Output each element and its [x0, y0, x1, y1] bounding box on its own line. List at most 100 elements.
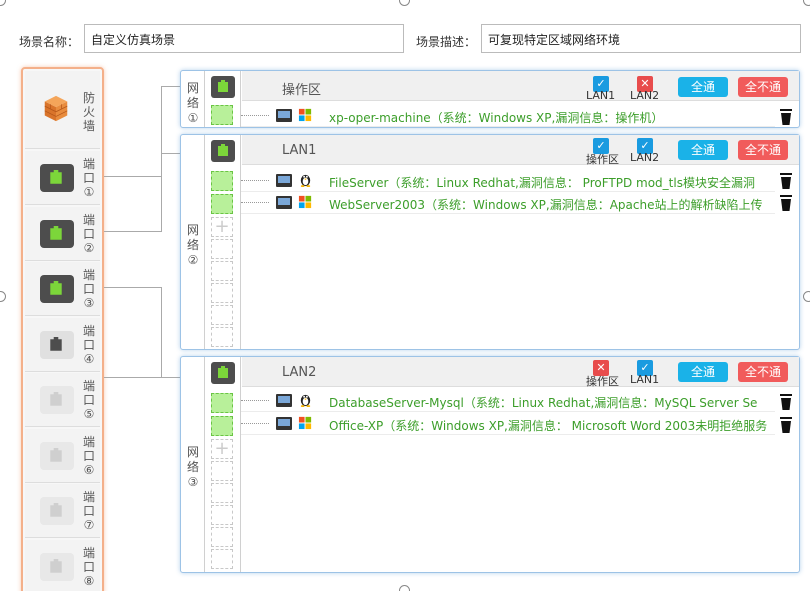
firewall-cell[interactable]: 防火墙 — [25, 71, 100, 149]
scene-desc-label: 场景描述： — [416, 35, 477, 49]
resize-handle-bottom-center[interactable] — [399, 585, 410, 591]
port-cell-5[interactable]: 端口⑤ — [25, 373, 100, 427]
connector-port2-top — [161, 153, 181, 154]
port-label: 端口⑥ — [82, 434, 95, 477]
link-checkbox-label: LAN1 — [586, 89, 616, 102]
add-host-slot[interactable]: + — [211, 439, 233, 459]
host-row[interactable]: xp-oper-machine（系统：Windows XP,漏洞信息：操作机） — [241, 105, 775, 127]
port-label: 端口⑦ — [82, 490, 95, 532]
windows-icon — [296, 107, 314, 124]
allow-all-button[interactable]: 全通 — [678, 77, 728, 97]
delete-host-icon[interactable] — [779, 394, 793, 410]
link-checkbox-label: LAN1 — [630, 373, 660, 386]
slot-column: + — [205, 135, 241, 349]
linux-icon — [296, 392, 314, 409]
network-panel-1: 网络① 操作区 ✓ LAN1 ✕ LAN2 全通 全不通 xp-oper-mac… — [180, 70, 800, 128]
resize-handle-top-left[interactable] — [0, 0, 6, 6]
port-label: 端口① — [82, 157, 95, 199]
empty-slot[interactable] — [211, 283, 233, 303]
host-description: WebServer2003（系统：Windows XP,漏洞信息：Apache站… — [329, 198, 763, 212]
port-label: 端口③ — [82, 268, 95, 310]
allow-all-button[interactable]: 全通 — [678, 362, 728, 382]
empty-slot[interactable] — [211, 527, 233, 547]
host-row[interactable]: DatabaseServer-Mysql（系统：Linux Redhat,漏洞信… — [241, 390, 775, 412]
host-row[interactable]: Office-XP（系统：Windows XP,漏洞信息： Microsoft … — [241, 413, 775, 435]
connector-port3-end — [161, 377, 181, 378]
host-description: Office-XP（系统：Windows XP,漏洞信息： Microsoft … — [329, 419, 768, 433]
link-checkbox-label: LAN2 — [630, 151, 660, 164]
ethernet-port-icon — [40, 275, 74, 303]
delete-host-icon[interactable] — [779, 195, 793, 211]
deny-all-button[interactable]: 全不通 — [738, 362, 788, 382]
resize-handle-top-center[interactable] — [399, 0, 410, 6]
host-slot[interactable] — [211, 416, 233, 436]
port-cell-3[interactable]: 端口③ — [25, 262, 100, 316]
connector-port3 — [104, 287, 162, 378]
network-label-text: 网络② — [186, 223, 199, 267]
ethernet-port-icon — [40, 552, 74, 581]
port-cell-7[interactable]: 端口⑦ — [25, 484, 100, 538]
port-cell-8[interactable]: 端口⑧ — [25, 539, 100, 591]
empty-slot[interactable] — [211, 505, 233, 525]
resize-handle-middle-left[interactable] — [0, 291, 6, 302]
port-cell-4[interactable]: 端口④ — [25, 317, 100, 372]
network-title: LAN2 — [282, 365, 317, 380]
host-description: DatabaseServer-Mysql（系统：Linux Redhat,漏洞信… — [329, 396, 758, 410]
empty-slot[interactable] — [211, 327, 233, 347]
port-label: 端口⑧ — [82, 545, 95, 588]
link-checkbox-label: 操作区 — [586, 375, 619, 388]
delete-host-icon[interactable] — [779, 109, 793, 125]
scene-name-label: 场景名称： — [19, 35, 80, 49]
scene-desc-input[interactable]: 可复现特定区域网络环境 — [481, 24, 801, 53]
windows-icon — [296, 415, 314, 432]
port-cell-2[interactable]: 端口② — [25, 206, 100, 261]
empty-slot[interactable] — [211, 461, 233, 481]
network-panel-2: 网络② + LAN1 ✓ 操作区 ✓ LAN2 全通 全不通 FileServe… — [180, 134, 800, 350]
delete-host-icon[interactable] — [779, 417, 793, 433]
host-slot[interactable] — [211, 393, 233, 413]
delete-host-icon[interactable] — [779, 173, 793, 189]
allow-all-button[interactable]: 全通 — [678, 140, 728, 160]
computer-icon — [276, 174, 292, 187]
empty-slot[interactable] — [211, 261, 233, 281]
firewall-icon — [44, 95, 68, 122]
port-cell-6[interactable]: 端口⑥ — [25, 428, 100, 483]
ethernet-port-icon — [40, 219, 74, 248]
firewall-label: 防火墙 — [82, 91, 95, 133]
port-label: 端口⑤ — [82, 379, 95, 421]
network-label: 网络② — [181, 135, 205, 349]
ethernet-port-icon — [40, 386, 74, 414]
deny-all-button[interactable]: 全不通 — [738, 77, 788, 97]
network-port-icon — [211, 362, 235, 384]
host-description: FileServer（系统：Linux Redhat,漏洞信息： ProFTPD… — [329, 176, 755, 190]
port-label: 端口② — [82, 212, 95, 255]
host-slot[interactable] — [211, 194, 233, 214]
port-cell-1[interactable]: 端口① — [25, 151, 100, 205]
link-checkbox-label: 操作区 — [586, 153, 619, 166]
network-port-icon — [211, 76, 235, 98]
resize-handle-middle-right[interactable] — [803, 291, 810, 302]
computer-icon — [276, 109, 292, 122]
host-row[interactable]: FileServer（系统：Linux Redhat,漏洞信息： ProFTPD… — [241, 170, 775, 192]
computer-icon — [276, 196, 292, 209]
computer-icon — [276, 394, 292, 407]
host-slot[interactable] — [211, 171, 233, 191]
host-row[interactable]: WebServer2003（系统：Windows XP,漏洞信息：Apache站… — [241, 192, 775, 214]
deny-all-button[interactable]: 全不通 — [738, 140, 788, 160]
linux-icon — [296, 172, 314, 189]
empty-slot[interactable] — [211, 483, 233, 503]
ethernet-port-icon — [40, 330, 74, 359]
add-host-slot[interactable]: + — [211, 217, 233, 237]
computer-icon — [276, 417, 292, 430]
firewall-column: 防火墙 端口① 端口② 端口③ 端口④ 端口⑤ 端口⑥ 端口⑦ 端口⑧ — [21, 67, 104, 591]
scene-name-input[interactable]: 自定义仿真场景 — [84, 24, 404, 53]
ethernet-port-icon — [40, 441, 74, 470]
empty-slot[interactable] — [211, 239, 233, 259]
host-description: xp-oper-machine（系统：Windows XP,漏洞信息：操作机） — [329, 111, 664, 125]
resize-handle-top-right[interactable] — [803, 0, 810, 6]
network-label: 网络① — [181, 71, 205, 127]
host-slot[interactable] — [211, 105, 233, 125]
empty-slot[interactable] — [211, 305, 233, 325]
empty-slot[interactable] — [211, 549, 233, 569]
ethernet-port-icon — [40, 497, 74, 525]
